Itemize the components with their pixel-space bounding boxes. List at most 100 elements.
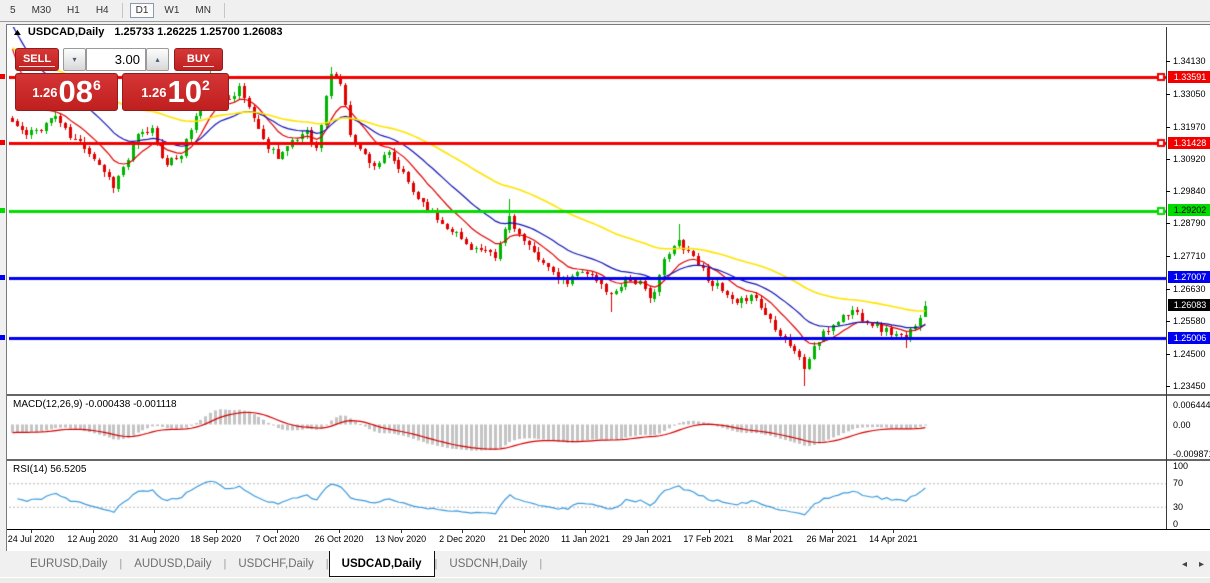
price-axis-tick <box>1166 61 1170 62</box>
timeframe-button-h4[interactable]: H4 <box>90 3 115 18</box>
buy-button[interactable]: BUY <box>174 48 223 71</box>
price-level-chip: 1.25006 <box>1168 332 1210 344</box>
trading-platform: 5M30H1H4D1W1MN ▲USDCAD,Daily1.25733 1.26… <box>0 0 1210 583</box>
date-axis-label: 11 Jan 2021 <box>561 534 610 544</box>
price-axis-tick <box>1166 223 1170 224</box>
chart-ohlc-values: 1.25733 1.26225 1.25700 1.26083 <box>114 26 282 38</box>
macd-canvas[interactable] <box>9 396 1166 459</box>
panel-separator[interactable] <box>7 459 1210 461</box>
date-axis-label: 31 Aug 2020 <box>129 534 180 544</box>
chart-shift-icon: ▲ <box>12 27 24 37</box>
tab-scroll-left-icon[interactable]: ◂ <box>1182 559 1187 570</box>
chart-tab-bar: EURUSD,Daily|AUDUSD,Daily|USDCHF,Daily|U… <box>0 551 1210 577</box>
timeframe-button-w1[interactable]: W1 <box>158 3 185 18</box>
tab-usdchf[interactable]: USDCHF,Daily <box>226 551 325 577</box>
panel-separator[interactable] <box>7 394 1210 396</box>
one-click-trade-panel: SELL ▾ ▴ BUY 1.26086 1.26102 <box>15 48 229 111</box>
volume-increase-button[interactable]: ▴ <box>146 48 169 71</box>
date-axis-label: 21 Dec 2020 <box>498 534 549 544</box>
price-axis-label: 1.33050 <box>1173 89 1206 99</box>
date-axis-tick <box>154 530 155 533</box>
hline-drag-handle[interactable] <box>0 275 5 280</box>
price-level-chip: 1.31428 <box>1168 137 1210 149</box>
price-axis-tick <box>1166 289 1170 290</box>
date-axis-label: 26 Oct 2020 <box>314 534 363 544</box>
date-axis-tick <box>709 530 710 533</box>
toolbar-separator <box>122 3 123 18</box>
date-axis-tick <box>339 530 340 533</box>
date-axis-label: 17 Feb 2021 <box>683 534 734 544</box>
price-axis-label: 1.29840 <box>1173 186 1206 196</box>
tab-scroll-arrows: ◂ ▸ <box>1182 551 1204 577</box>
price-level-chip: 1.29202 <box>1168 204 1210 216</box>
price-axis-tick <box>1166 127 1170 128</box>
price-axis-label: 1.26630 <box>1173 284 1206 294</box>
timeframe-button-5[interactable]: 5 <box>4 3 22 18</box>
date-axis-label: 8 Mar 2021 <box>747 534 793 544</box>
price-axis-label: 1.28790 <box>1173 218 1206 228</box>
tab-audusd[interactable]: AUDUSD,Daily <box>122 551 223 577</box>
date-axis-tick <box>216 530 217 533</box>
date-axis-separator <box>7 529 1210 530</box>
date-axis-tick <box>647 530 648 533</box>
sell-button[interactable]: SELL <box>15 48 59 71</box>
price-axis-border <box>1166 27 1167 529</box>
date-axis-label: 29 Jan 2021 <box>622 534 672 544</box>
price-level-chip: 1.33591 <box>1168 71 1210 83</box>
price-axis-tick <box>1166 191 1170 192</box>
price-axis-tick <box>1166 256 1170 257</box>
date-axis-label: 24 Jul 2020 <box>8 534 55 544</box>
chart-window: ▲USDCAD,Daily1.25733 1.26225 1.25700 1.2… <box>6 24 1210 552</box>
date-axis-tick <box>770 530 771 533</box>
hline-drag-handle[interactable] <box>0 335 5 340</box>
rsi-canvas[interactable] <box>9 461 1166 529</box>
toolbar-separator <box>224 3 225 18</box>
volume-input[interactable] <box>86 48 146 71</box>
date-axis-tick <box>93 530 94 533</box>
rsi-axis-label: 70 <box>1173 478 1183 488</box>
date-axis-label: 14 Apr 2021 <box>869 534 918 544</box>
date-axis-label: 26 Mar 2021 <box>807 534 858 544</box>
chart-title-row: ▲USDCAD,Daily1.25733 1.26225 1.25700 1.2… <box>13 26 283 40</box>
rsi-axis-label: 100 <box>1173 461 1188 471</box>
price-level-chip: 1.27007 <box>1168 271 1210 283</box>
buy-price-display[interactable]: 1.26102 <box>122 73 229 111</box>
macd-axis-label: -0.009871 <box>1173 449 1210 459</box>
macd-axis-label: 0.00 <box>1173 420 1191 430</box>
timeframe-button-h1[interactable]: H1 <box>61 3 86 18</box>
price-axis-tick <box>1166 386 1170 387</box>
rsi-axis-label: 30 <box>1173 502 1183 512</box>
date-axis-tick <box>524 530 525 533</box>
date-axis-label: 13 Nov 2020 <box>375 534 426 544</box>
date-axis-label: 12 Aug 2020 <box>67 534 118 544</box>
tab-scroll-right-icon[interactable]: ▸ <box>1199 559 1204 570</box>
tab-usdcnh[interactable]: USDCNH,Daily <box>437 551 539 577</box>
timeframe-button-mn[interactable]: MN <box>189 3 217 18</box>
rsi-label: RSI(14) 56.5205 <box>13 464 86 475</box>
price-axis-label: 1.24500 <box>1173 349 1206 359</box>
price-axis-label: 1.31970 <box>1173 122 1206 132</box>
hline-drag-handle[interactable] <box>0 74 5 79</box>
date-axis-tick <box>277 530 278 533</box>
tab-usdcad[interactable]: USDCAD,Daily <box>329 551 435 577</box>
price-axis-label: 1.23450 <box>1173 381 1206 391</box>
sell-price-display[interactable]: 1.26086 <box>15 73 118 111</box>
price-axis-tick <box>1166 321 1170 322</box>
date-axis-tick <box>462 530 463 533</box>
volume-decrease-button[interactable]: ▾ <box>63 48 86 71</box>
price-level-chip: 1.26083 <box>1168 299 1210 311</box>
timeframe-button-m30[interactable]: M30 <box>26 3 57 18</box>
macd-label: MACD(12,26,9) -0.000438 -0.001118 <box>13 399 177 410</box>
macd-axis-label: 0.006444 <box>1173 400 1210 410</box>
date-axis-tick <box>31 530 32 533</box>
price-axis-label: 1.34130 <box>1173 56 1206 66</box>
date-axis-label: 18 Sep 2020 <box>190 534 241 544</box>
hline-drag-handle[interactable] <box>0 208 5 213</box>
date-axis-tick <box>585 530 586 533</box>
hline-drag-handle[interactable] <box>0 140 5 145</box>
timeframe-toolbar: 5 M30 H1 H4 D1W1 MN <box>0 0 1210 22</box>
date-axis-label: 7 Oct 2020 <box>255 534 299 544</box>
timeframe-button-d1[interactable]: D1 <box>130 3 155 18</box>
price-axis-label: 1.25580 <box>1173 316 1206 326</box>
tab-eurusd[interactable]: EURUSD,Daily <box>18 551 119 577</box>
